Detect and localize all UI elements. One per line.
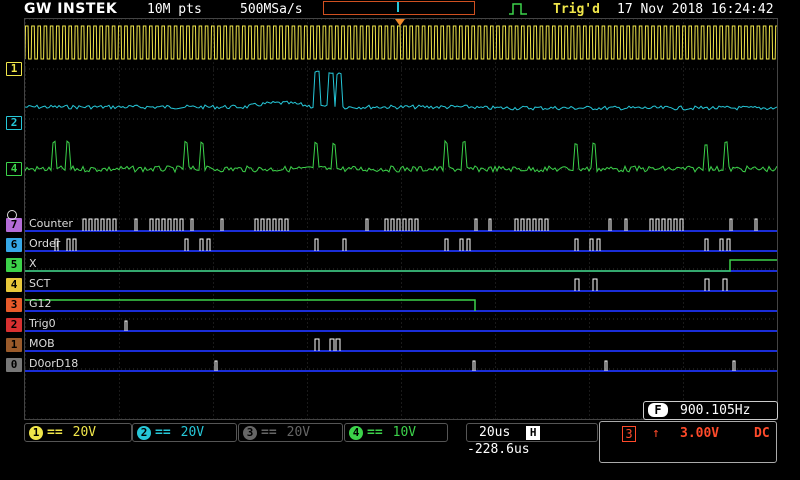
waveform-canvas: Counter Order X SCT G12 Trig0 MOB D0orD18 [24,18,780,420]
ch1-coupling: == [47,425,63,440]
trigger-status: Trig'd [553,2,600,17]
horizontal-position-icon: H [526,426,541,440]
ch1-badge: 1 [29,426,43,440]
ch4-marker[interactable]: 4 [6,162,22,176]
rising-edge-icon: ↑ [652,426,660,441]
ch2-coupling: == [155,425,171,440]
brand-logo: GW INSTEK [24,1,118,17]
channel3-scale[interactable]: 3 == 20V [238,423,343,442]
ch4-volts: 10V [392,425,417,440]
top-status-bar: GW INSTEK 10M pts 500MSa/s Trig'd 17 Nov… [0,0,800,20]
ch3-volts: 20V [286,425,311,440]
digital-label-4: SCT [29,277,51,290]
trigger-position-icon [395,19,405,26]
ch1-marker[interactable]: 1 [6,62,22,76]
channel1-scale[interactable]: 1 == 20V [24,423,132,442]
sct-trace [574,278,728,291]
digital-label-5: X [29,257,37,270]
ch2-badge: 2 [137,426,151,440]
trigger-level: 3.00V [680,426,720,441]
ch4-badge: 4 [349,426,363,440]
horizontal-position: -228.6us [467,442,530,457]
digital-label-0: D0orD18 [29,357,78,370]
trig0-trace [124,320,128,331]
g12-trace [25,299,476,311]
channel4-scale[interactable]: 4 == 10V [344,423,448,442]
digital-group-icon[interactable] [7,210,17,220]
digital-label-1: MOB [29,337,55,350]
digital-label-3: G12 [29,297,52,310]
memory-cursor-icon [397,2,399,12]
trigger-edge-icon [509,3,527,15]
digital-marker-3[interactable]: 3 [6,298,22,312]
digital-marker-0[interactable]: 0 [6,358,22,372]
timebase-box[interactable]: 20us H -228.6us [466,423,598,457]
mob-trace [314,338,341,351]
channel2-scale[interactable]: 2 == 20V [132,423,237,442]
digital-label-7: Counter [29,217,73,230]
ch4-coupling: == [367,425,383,440]
trigger-coupling: DC [754,426,770,441]
sample-rate: 500MSa/s [240,2,303,17]
ch1-volts: 20V [72,425,97,440]
trigger-box[interactable]: 3 ↑ 3.00V DC [599,421,777,463]
ch3-badge: 3 [243,426,257,440]
memory-position-bar[interactable] [323,1,475,15]
timebase-scale: 20us [479,425,511,440]
date-time: 17 Nov 2018 16:24:42 [617,2,774,17]
counter-trace [82,218,758,231]
digital-marker-5[interactable]: 5 [6,258,22,272]
ch3-coupling: == [261,425,277,440]
digital-marker-2[interactable]: 2 [6,318,22,332]
digital-label-6: Order [29,237,61,250]
ch4-waveform [24,139,778,174]
record-length: 10M pts [147,2,202,17]
digital-marker-4[interactable]: 4 [6,278,22,292]
digital-marker-6[interactable]: 6 [6,238,22,252]
order-trace [54,238,731,251]
waveform-display[interactable]: Counter Order X SCT G12 Trig0 MOB D0orD18 [24,18,780,420]
frequency-counter: F 900.105Hz [643,401,778,420]
ch2-marker[interactable]: 2 [6,116,22,130]
digital-marker-7[interactable]: 7 [6,218,22,232]
trigger-source: 3 [622,426,636,442]
ch2-volts: 20V [180,425,205,440]
frequency-badge: F [648,403,668,417]
digital-marker-1[interactable]: 1 [6,338,22,352]
digital-label-2: Trig0 [28,317,56,330]
frequency-value: 900.105Hz [680,403,751,418]
